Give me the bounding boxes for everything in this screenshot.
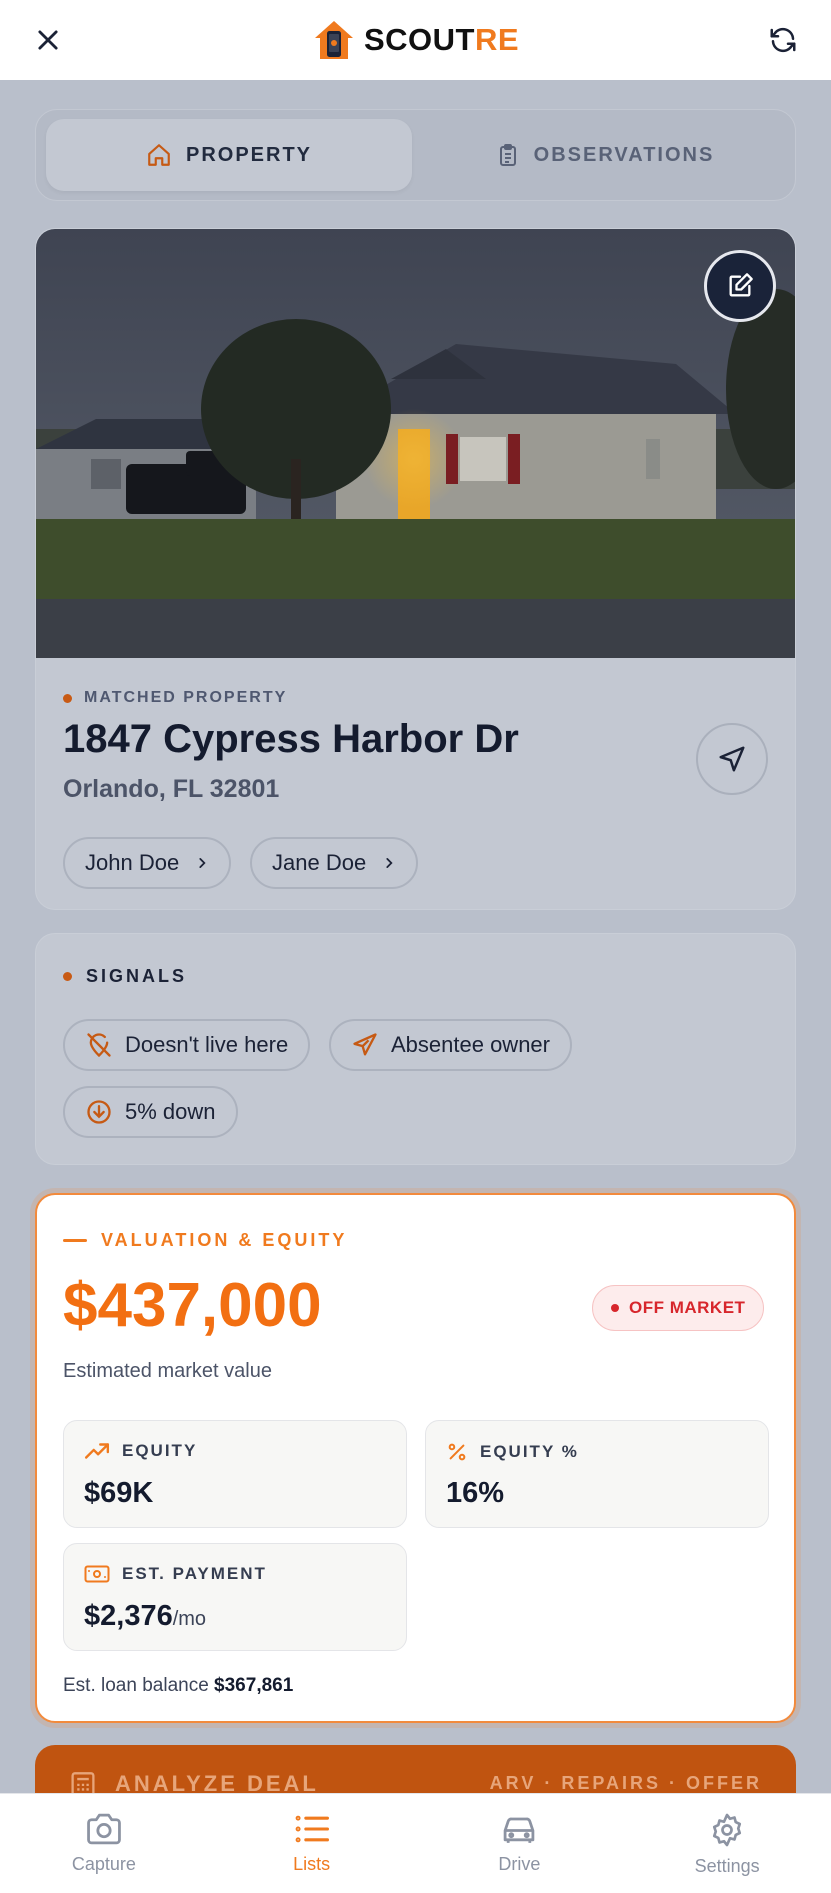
- equity-pct-label-text: EQUITY %: [480, 1442, 579, 1461]
- list-icon: [295, 1815, 329, 1843]
- title-bar: [63, 1239, 87, 1242]
- clipboard-icon: [499, 144, 516, 166]
- nav-drive-label: Drive: [498, 1854, 541, 1874]
- location-off-icon: [87, 1033, 111, 1057]
- valuation-card: VALUATION & EQUITY $437,000 Estimated ma…: [35, 1193, 796, 1723]
- signal-chip[interactable]: Doesn't live here: [63, 1019, 311, 1071]
- home-icon: [148, 144, 170, 166]
- edit-icon: [729, 273, 753, 297]
- valuation-title: VALUATION & EQUITY: [63, 1230, 347, 1251]
- matched-label: MATCHED PROPERTY: [63, 689, 287, 707]
- navigation-arrow-icon: [719, 746, 745, 772]
- tab-observations[interactable]: OBSERVATIONS: [422, 119, 788, 191]
- navigate-button[interactable]: [696, 723, 768, 795]
- nav-capture[interactable]: Capture: [0, 1794, 208, 1893]
- nav-lists-label: Lists: [293, 1854, 331, 1874]
- equity-label: EQUITY: [84, 1441, 197, 1461]
- property-card: MATCHED PROPERTY 1847 Cypress Harbor Dr …: [35, 228, 796, 910]
- money-icon: [84, 1565, 110, 1583]
- equity-pct-label: EQUITY %: [446, 1441, 579, 1463]
- app-root: SCOUTRE PROPERTY OBSERVATIONS MATCHED PR…: [0, 0, 831, 1893]
- signal-chip[interactable]: Absentee owner: [329, 1019, 572, 1071]
- payment-label: EST. PAYMENT: [84, 1564, 267, 1584]
- bottom-nav: Capture Lists Drive Settings: [0, 1793, 831, 1893]
- nav-capture-label: Capture: [71, 1854, 136, 1874]
- brand-name: SCOUTRE: [363, 22, 520, 57]
- top-bar: SCOUTRE: [0, 0, 831, 80]
- tab-switcher: PROPERTY OBSERVATIONS: [35, 109, 796, 201]
- equity-stat: EQUITY $69K: [63, 1420, 407, 1528]
- close-icon: [38, 30, 58, 50]
- signal-label: Absentee owner: [391, 1032, 550, 1057]
- brand-logo: SCOUTRE: [312, 18, 519, 62]
- loan-balance: Est. loan balance $367,861: [63, 1675, 293, 1697]
- owner-name: Jane Doe: [272, 850, 367, 875]
- loan-balance-label: Est. loan balance: [63, 1675, 209, 1696]
- tab-observations-label: OBSERVATIONS: [533, 143, 715, 166]
- loan-balance-value: $367,861: [214, 1675, 294, 1696]
- tab-property-label: PROPERTY: [185, 143, 313, 166]
- trending-up-icon: [84, 1443, 110, 1459]
- owner-name: John Doe: [85, 850, 180, 875]
- status-badge: OFF MARKET: [592, 1285, 765, 1331]
- content-area: PROPERTY OBSERVATIONS MATCHED PROPERTY 1…: [0, 80, 831, 1825]
- nav-drive[interactable]: Drive: [416, 1794, 624, 1893]
- gear-icon: [713, 1813, 742, 1847]
- camera-icon: [87, 1813, 121, 1845]
- status-badge-text: OFF MARKET: [629, 1298, 746, 1317]
- nav-settings[interactable]: Settings: [623, 1794, 831, 1893]
- chevron-right-icon: [386, 858, 393, 868]
- property-city: Orlando, FL 32801: [63, 775, 280, 803]
- edit-photo-button[interactable]: [704, 250, 776, 322]
- house-phone-icon: [314, 21, 353, 59]
- nav-lists[interactable]: Lists: [208, 1794, 416, 1893]
- status-dot: [63, 693, 72, 703]
- payment-label-text: EST. PAYMENT: [122, 1564, 267, 1583]
- market-value-caption: Estimated market value: [63, 1360, 272, 1382]
- status-badge-dot: [611, 1304, 619, 1312]
- close-button[interactable]: [30, 22, 66, 58]
- signals-title-text: SIGNALS: [86, 966, 188, 986]
- refresh-icon: [770, 27, 796, 53]
- plane-icon: [353, 1033, 377, 1056]
- car-icon: [504, 1817, 535, 1843]
- signal-label: 5% down: [125, 1099, 216, 1124]
- property-address: 1847 Cypress Harbor Dr: [63, 717, 519, 761]
- signals-dot: [63, 972, 72, 981]
- refresh-button[interactable]: [765, 22, 801, 58]
- chevron-right-icon: [199, 858, 206, 868]
- matched-text: MATCHED PROPERTY: [84, 689, 288, 706]
- owner-chip[interactable]: Jane Doe: [250, 837, 419, 889]
- market-value: $437,000: [63, 1271, 322, 1340]
- analyze-deal-subtitle: ARV · REPAIRS · OFFER: [489, 1773, 762, 1793]
- equity-pct-value: 16%: [446, 1477, 505, 1509]
- equity-pct-stat: EQUITY % 16%: [425, 1420, 769, 1528]
- signal-label: Doesn't live here: [125, 1032, 289, 1057]
- signals-card: SIGNALS Doesn't live here Absentee owner…: [35, 933, 796, 1165]
- property-photo: [36, 229, 795, 658]
- tab-property[interactable]: PROPERTY: [46, 119, 412, 191]
- percent-icon: [448, 1443, 466, 1461]
- equity-label-text: EQUITY: [122, 1441, 198, 1460]
- owner-chip[interactable]: John Doe: [63, 837, 232, 889]
- payment-amount: $2,376: [84, 1600, 173, 1632]
- signals-title: SIGNALS: [63, 966, 187, 987]
- valuation-title-text: VALUATION & EQUITY: [101, 1230, 348, 1250]
- payment-stat: EST. PAYMENT $2,376/mo: [63, 1543, 407, 1651]
- payment-unit: /mo: [172, 1608, 207, 1630]
- signal-chip[interactable]: 5% down: [63, 1086, 238, 1138]
- arrow-down-circle-icon: [87, 1100, 111, 1124]
- nav-settings-label: Settings: [694, 1856, 760, 1876]
- payment-value: $2,376/mo: [84, 1600, 206, 1633]
- equity-value: $69K: [84, 1477, 154, 1509]
